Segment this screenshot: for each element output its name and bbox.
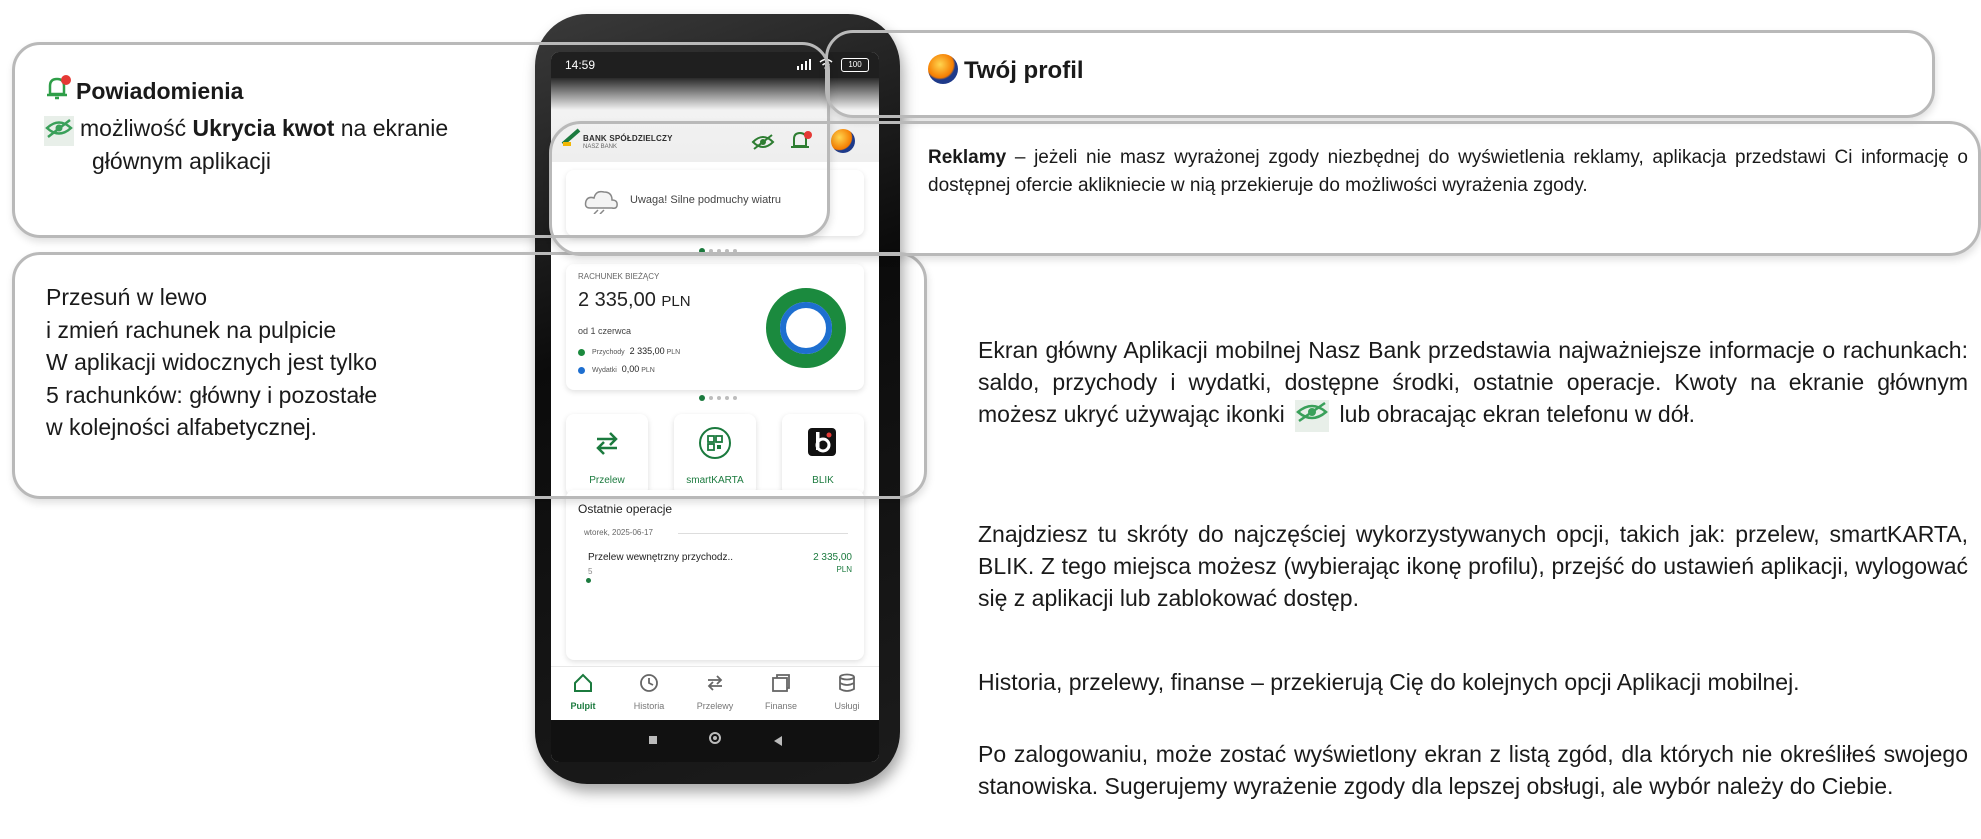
description-p4: Po zalogowaniu, może zostać wyświetlony … (978, 741, 1968, 799)
profile-callout-text: Twój profil (928, 54, 1084, 86)
operation-currency: PLN (836, 565, 852, 574)
home-button-dot (713, 736, 717, 740)
description-p1: Ekran główny Aplikacji mobilnej Nasz Ban… (978, 334, 1968, 432)
p1-after: lub obracając ekran telefonu w dół. (1333, 401, 1695, 427)
ads-callout-text: Reklamy – jeżeli nie masz wyrażonej zgod… (928, 144, 1968, 200)
ads-text: – jeżeli nie masz wyrażonej zgody niezbę… (928, 147, 1968, 196)
hide-amounts-line2: głównym aplikacji (92, 148, 271, 174)
bottom-nav: Pulpit Historia Przelewy Finanse Usługi (551, 666, 879, 721)
recent-apps-icon[interactable] (649, 736, 657, 744)
nav-label: Finanse (764, 701, 798, 711)
description-p2: Znajdziesz tu skróty do najczęściej wyko… (978, 521, 1968, 611)
nav-label: Przelewy (696, 701, 734, 711)
nav-przelewy[interactable]: Przelewy (683, 667, 747, 721)
eye-hidden-icon (1295, 400, 1330, 432)
recent-date: wtorek, 2025-06-17 (584, 528, 653, 537)
hide-amounts-suffix: na ekranie (334, 115, 449, 141)
transfers-icon (705, 673, 725, 698)
notifications-heading: Powiadomienia (44, 74, 448, 109)
history-icon (639, 673, 659, 698)
hide-amounts-line: możliwość Ukrycia kwot na ekranie (44, 113, 448, 146)
nav-uslugi[interactable]: Usługi (815, 667, 879, 721)
home-button-icon[interactable] (709, 732, 721, 744)
home-icon (573, 673, 593, 698)
nav-label: Pulpit (570, 701, 596, 711)
system-nav-bar (551, 720, 879, 762)
recent-operations-card[interactable]: Ostatnie operacje wtorek, 2025-06-17 Prz… (566, 490, 864, 660)
recent-pager-dot (586, 578, 591, 583)
operation-title[interactable]: Przelew wewnętrzny przychodz.. (588, 552, 733, 563)
nav-historia[interactable]: Historia (617, 667, 681, 721)
hide-amounts-bold: Ukrycia kwot (192, 115, 335, 141)
profile-title: Twój profil (964, 57, 1084, 84)
nav-label: Historia (633, 701, 665, 711)
swipe-line: 5 rachunków: główny i pozostałe (46, 381, 378, 408)
swipe-line: W aplikacji widocznych jest tylko (46, 349, 378, 375)
hide-amounts-prefix: możliwość (80, 115, 193, 141)
eye-hidden-icon (44, 116, 74, 146)
description-p3: Historia, przelewy, finanse – przekieruj… (978, 669, 1800, 695)
services-icon (837, 673, 857, 698)
notifications-callout-text: Powiadomienia możliwość Ukrycia kwot na … (44, 74, 448, 176)
operation-sub: 5 (588, 567, 593, 576)
bell-notification-icon (44, 74, 72, 109)
swipe-line: i zmień rachunek na pulpicie (46, 316, 337, 343)
nav-label: Usługi (834, 701, 860, 711)
ads-bold: Reklamy (928, 147, 1007, 168)
back-icon[interactable] (773, 734, 783, 752)
swipe-line: w kolejności alfabetycznej. (46, 414, 318, 440)
date-divider (678, 533, 848, 534)
recent-title: Ostatnie operacje (578, 502, 673, 516)
operation-amount: 2 335,00 (813, 552, 852, 563)
swipe-line: Przesuń w lewo (46, 284, 208, 310)
nav-pulpit[interactable]: Pulpit (551, 667, 615, 721)
nav-finanse[interactable]: Finanse (749, 667, 813, 721)
finance-icon (771, 673, 791, 698)
notifications-title: Powiadomienia (76, 78, 244, 104)
profile-avatar-icon (928, 54, 958, 84)
swipe-callout-text: Przesuń w lewo i zmień rachunek na pulpi… (46, 281, 377, 444)
